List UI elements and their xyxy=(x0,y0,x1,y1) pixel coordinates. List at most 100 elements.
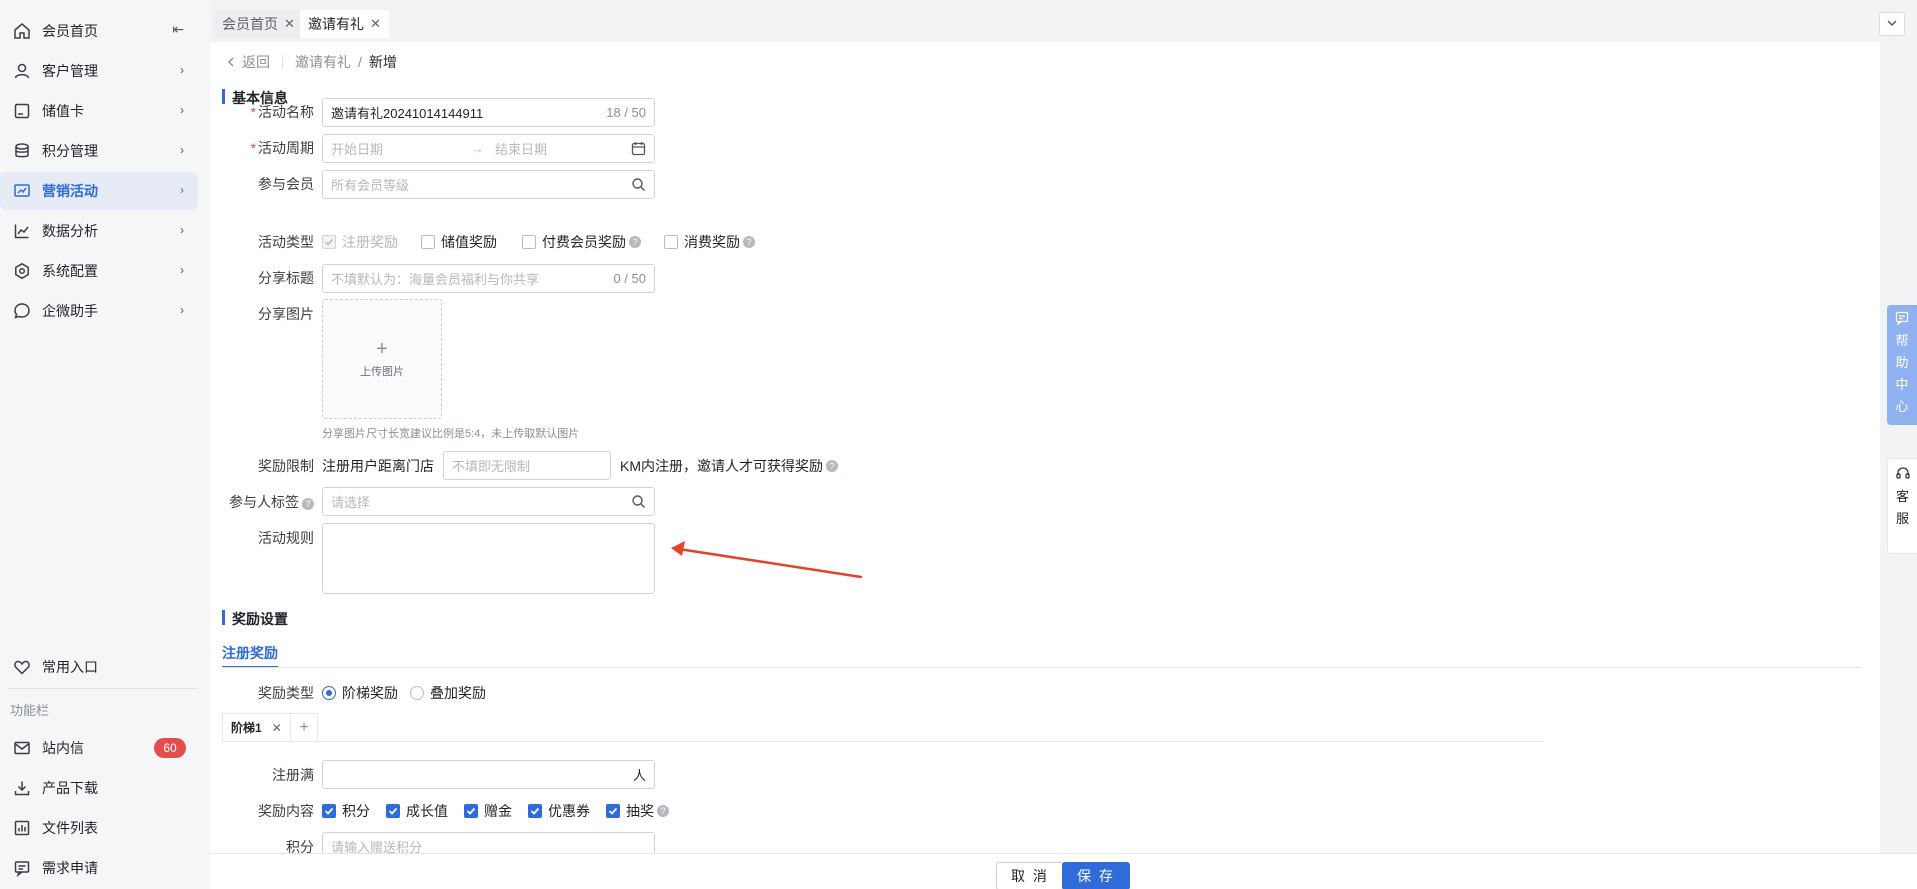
database-icon xyxy=(12,141,32,161)
points-label: 积分 xyxy=(286,839,314,853)
add-tier-button[interactable]: + xyxy=(290,713,318,741)
radio-stack-reward[interactable]: 叠加奖励 xyxy=(410,683,486,703)
save-button[interactable]: 保 存 xyxy=(1062,862,1130,889)
sidebar-item-marketing[interactable]: 营销活动 › xyxy=(0,172,198,210)
gear-icon xyxy=(12,261,32,281)
radio-tier-reward[interactable]: 阶梯奖励 xyxy=(322,683,398,703)
search-icon xyxy=(631,177,646,195)
date-range-picker[interactable]: 开始日期 → 结束日期 xyxy=(322,134,655,163)
upload-text: 上传图片 xyxy=(360,366,404,378)
help-icon[interactable]: ? xyxy=(743,236,755,248)
sidebar-item-analytics[interactable]: 数据分析 › xyxy=(0,212,198,250)
type-consume-checkbox[interactable]: 消费奖励 ? xyxy=(664,232,755,252)
close-icon[interactable]: ✕ xyxy=(370,16,381,32)
user-icon xyxy=(12,61,32,81)
checkbox-box xyxy=(322,804,336,818)
chart-board-icon xyxy=(12,181,32,201)
participant-tags-select[interactable]: 请选择 xyxy=(322,487,655,516)
sidebar-item-label: 系统配置 xyxy=(42,263,98,279)
radio-dot xyxy=(322,686,336,700)
close-icon[interactable]: ✕ xyxy=(284,16,295,32)
type-paid-member-checkbox[interactable]: 付费会员奖励 ? xyxy=(522,232,641,252)
back-link[interactable]: 返回 xyxy=(226,52,270,72)
breadcrumb: 返回 邀请有礼 / 新增 xyxy=(226,52,397,72)
form-footer: 取 消 保 存 xyxy=(210,853,1917,889)
help-center-button[interactable]: 帮 助 中 心 xyxy=(1887,305,1917,425)
content-points-checkbox[interactable]: 积分 xyxy=(322,801,370,821)
participant-tags-placeholder: 请选择 xyxy=(331,495,371,510)
customer-service-button[interactable]: 客 服 xyxy=(1887,458,1917,554)
plus-icon: + xyxy=(299,718,309,736)
register-count-input[interactable]: 人 xyxy=(322,760,655,789)
content-bonus-checkbox[interactable]: 赠金 xyxy=(464,801,512,821)
sidebar: 会员首页 ⇤ 客户管理 › 储值卡 › 积分管理 › 营销活动 › 数据分析 › xyxy=(0,0,210,889)
sidebar-item-label: 积分管理 xyxy=(42,143,98,159)
sidebar-item-wecom-assistant[interactable]: 企微助手 › xyxy=(0,292,198,330)
range-arrow-icon: → xyxy=(471,141,484,156)
content-lottery-checkbox[interactable]: 抽奖 ? xyxy=(606,801,669,821)
activity-rules-textarea[interactable] xyxy=(322,523,655,594)
tab-member-home[interactable]: 会员首页 ✕ xyxy=(214,10,303,38)
distance-limit-input[interactable]: 不填即无限制 xyxy=(443,451,611,480)
file-list-icon xyxy=(12,818,32,838)
sidebar-item-customers[interactable]: 客户管理 › xyxy=(0,52,198,90)
tab-dropdown-button[interactable] xyxy=(1879,12,1905,36)
close-icon[interactable]: ✕ xyxy=(272,721,282,735)
share-image-hint: 分享图片尺寸长宽建议比例是5:4，未上传取默认图片 xyxy=(322,428,580,440)
type-register-checkbox[interactable]: 注册奖励 xyxy=(322,232,398,252)
image-upload-area[interactable]: + 上传图片 xyxy=(322,299,442,419)
chevron-right-icon: › xyxy=(180,303,184,317)
end-date-placeholder: 结束日期 xyxy=(495,142,548,157)
share-title-input[interactable]: 不填默认为：海量会员福利与你共享 0 / 50 xyxy=(322,264,655,293)
tab-divider xyxy=(222,667,1862,668)
checkbox-label: 优惠券 xyxy=(548,803,590,819)
checkbox-box xyxy=(322,235,336,249)
sidebar-item-label: 需求申请 xyxy=(42,860,98,876)
help-icon[interactable]: ? xyxy=(657,805,669,817)
tab-register-reward[interactable]: 注册奖励 xyxy=(222,643,278,663)
activity-name-input[interactable]: 邀请有礼20241014144911 18 / 50 xyxy=(322,98,655,127)
limit-prefix-text: 注册用户距离门店 xyxy=(322,458,434,474)
sidebar-item-home[interactable]: 会员首页 ⇤ xyxy=(0,12,198,50)
chevron-right-icon: › xyxy=(180,183,184,197)
sidebar-item-file-list[interactable]: 文件列表 xyxy=(0,809,198,847)
share-title-label: 分享标题 xyxy=(258,270,314,286)
sidebar-item-downloads[interactable]: 产品下载 xyxy=(0,769,198,807)
top-tab-bar: 会员首页 ✕ 邀请有礼 ✕ xyxy=(210,0,1917,42)
help-icon[interactable]: ? xyxy=(629,236,641,248)
type-recharge-checkbox[interactable]: 储值奖励 xyxy=(421,232,497,252)
checkbox-box xyxy=(386,804,400,818)
content-growth-checkbox[interactable]: 成长值 xyxy=(386,801,448,821)
chevron-right-icon: › xyxy=(180,143,184,157)
chevron-right-icon: › xyxy=(180,223,184,237)
breadcrumb-parent[interactable]: 邀请有礼 xyxy=(295,52,351,72)
sidebar-item-stored-card[interactable]: 储值卡 › xyxy=(0,92,198,130)
cancel-button[interactable]: 取 消 xyxy=(996,862,1064,889)
help-icon[interactable]: ? xyxy=(826,460,838,472)
help-icon[interactable]: ? xyxy=(302,498,314,510)
register-full-label: 注册满 xyxy=(272,767,314,783)
checkbox-label: 抽奖 xyxy=(626,803,654,819)
tier-tab-1[interactable]: 阶梯1 ✕ xyxy=(222,713,291,741)
tier-tab-label: 阶梯1 xyxy=(231,721,262,735)
back-label: 返回 xyxy=(242,54,270,70)
tab-invite-gift[interactable]: 邀请有礼 ✕ xyxy=(300,10,389,38)
chevron-right-icon: › xyxy=(180,63,184,77)
sidebar-item-common-entry[interactable]: 常用入口 xyxy=(0,648,198,686)
calendar-icon xyxy=(631,141,646,159)
collapse-sidebar-icon[interactable]: ⇤ xyxy=(172,21,184,38)
sidebar-item-messages[interactable]: 站内信 60 xyxy=(0,729,198,767)
member-level-select[interactable]: 所有会员等级 xyxy=(322,170,655,199)
points-input[interactable]: 请输入赠送积分 xyxy=(322,832,655,853)
sidebar-item-settings[interactable]: 系统配置 › xyxy=(0,252,198,290)
content-coupon-checkbox[interactable]: 优惠券 xyxy=(528,801,590,821)
sidebar-item-points[interactable]: 积分管理 › xyxy=(0,132,198,170)
line-chart-icon xyxy=(12,221,32,241)
radio-label: 阶梯奖励 xyxy=(342,685,398,701)
participant-tags-label: 参与人标签? xyxy=(210,492,314,512)
activity-rules-label: 活动规则 xyxy=(258,530,314,546)
sidebar-item-requests[interactable]: 需求申请 xyxy=(0,849,198,887)
checkbox-label: 赠金 xyxy=(484,803,512,819)
reward-limit-label: 奖励限制 xyxy=(258,458,314,474)
sidebar-section-title: 功能栏 xyxy=(10,703,50,718)
